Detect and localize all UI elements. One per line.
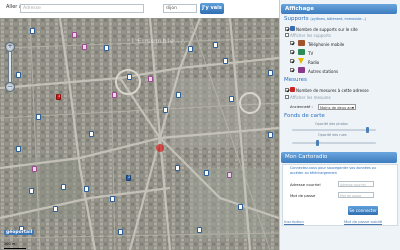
site-marker[interactable] xyxy=(127,74,132,80)
site-marker[interactable] xyxy=(188,46,193,52)
radio-checkbox[interactable] xyxy=(290,59,294,63)
site-marker[interactable] xyxy=(229,96,234,102)
site-marker[interactable] xyxy=(197,227,202,233)
mesures-heading: Mesures xyxy=(284,77,307,83)
site-marker[interactable] xyxy=(176,92,181,98)
site-marker[interactable] xyxy=(204,170,209,176)
mesures-count-label: Nombre de mesures à cette adresse xyxy=(296,88,369,93)
account-title: Mon Cartoradio xyxy=(281,152,397,163)
age-select[interactable]: Moins de deux ans xyxy=(318,104,356,111)
map-area-label: l'Ensemble ... xyxy=(132,38,187,45)
site-marker[interactable] xyxy=(104,45,109,51)
map-scale: 200 m xyxy=(4,242,16,246)
password-field[interactable]: Mot de passe xyxy=(338,192,374,198)
zoom-out-button[interactable]: − xyxy=(5,82,15,92)
map-imagery xyxy=(0,18,279,250)
tv-label: TV xyxy=(308,51,314,56)
mobile-label: Téléphonie mobile xyxy=(308,42,345,47)
site-marker[interactable] xyxy=(30,28,35,34)
tv-icon xyxy=(298,49,305,55)
site-marker[interactable] xyxy=(110,196,115,202)
age-label: Ancienneté : xyxy=(290,105,313,109)
email-label: Adresse courriel xyxy=(290,182,321,187)
supports-show-label: Afficher les supports xyxy=(290,33,332,38)
plan-opacity-slider[interactable] xyxy=(292,142,376,144)
site-marker[interactable] xyxy=(112,92,117,98)
other-stations-checkbox[interactable] xyxy=(290,68,294,72)
site-marker[interactable] xyxy=(268,132,273,138)
site-marker[interactable] xyxy=(36,114,41,120)
site-marker[interactable] xyxy=(72,32,77,38)
site-marker[interactable] xyxy=(163,107,168,113)
site-marker[interactable] xyxy=(118,229,123,235)
go-button[interactable]: J'y vais xyxy=(200,3,224,14)
site-marker[interactable] xyxy=(32,166,37,172)
address-input[interactable]: Adresse xyxy=(20,4,144,13)
site-marker[interactable] xyxy=(227,172,232,178)
site-marker[interactable] xyxy=(223,58,228,64)
photo-opacity-slider[interactable] xyxy=(292,129,376,131)
site-marker[interactable] xyxy=(238,204,243,210)
plan-opacity-label: Opacité des rues xyxy=(318,133,347,137)
city-input[interactable]: dijon xyxy=(163,4,197,13)
zoom-slider[interactable] xyxy=(8,51,12,83)
site-marker[interactable] xyxy=(16,72,21,78)
photo-opacity-knob[interactable] xyxy=(366,127,370,133)
mesures-count-checkbox[interactable] xyxy=(285,88,289,92)
site-marker[interactable] xyxy=(175,165,180,171)
supports-heading: Supports (pylônes, bâtiment, immeuble...… xyxy=(284,16,367,22)
display-panel-title[interactable]: Affichage xyxy=(281,4,397,14)
supports-show-checkbox[interactable] xyxy=(285,33,289,37)
other-stations-label: Autres stations xyxy=(308,69,339,74)
photo-opacity-label: Opacité des photos xyxy=(315,122,348,126)
site-marker[interactable] xyxy=(268,70,273,76)
site-marker[interactable] xyxy=(84,186,89,192)
plan-opacity-knob[interactable] xyxy=(315,140,319,146)
mesures-show-checkbox[interactable] xyxy=(285,95,289,99)
mobile-checkbox[interactable] xyxy=(290,41,294,45)
site-marker[interactable] xyxy=(61,184,66,190)
password-label: Mot de passe xyxy=(290,193,316,198)
site-marker[interactable] xyxy=(82,44,87,50)
radio-icon xyxy=(298,58,304,64)
radio-label: Radio xyxy=(308,60,320,65)
map-view[interactable]: l'Ensemble ... + − 1 2 géoportail 200 m xyxy=(0,18,279,250)
forgot-password-link[interactable]: Mot de passe oublié xyxy=(344,219,382,224)
site-marker[interactable] xyxy=(213,42,218,48)
fonds-heading: Fonds de carte xyxy=(284,113,325,119)
tv-checkbox[interactable] xyxy=(290,50,294,54)
site-marker[interactable] xyxy=(29,188,34,194)
geoportail-logo: géoportail xyxy=(4,230,35,235)
signup-link[interactable]: Inscription xyxy=(284,219,304,224)
other-stations-icon xyxy=(298,67,305,73)
connect-button[interactable]: Se connecter xyxy=(348,206,378,215)
supports-count-checkbox[interactable] xyxy=(285,27,289,31)
email-field[interactable]: Adresse courriel xyxy=(338,181,374,187)
measure-count-icon xyxy=(290,87,295,92)
site-marker[interactable] xyxy=(89,131,94,137)
marker-1[interactable]: 1 xyxy=(56,94,61,100)
site-marker[interactable] xyxy=(53,206,58,212)
support-count-icon xyxy=(290,26,295,31)
scale-bar xyxy=(4,248,26,249)
marker-2[interactable]: 2 xyxy=(126,175,131,181)
site-marker[interactable] xyxy=(16,146,21,152)
login-info: Connectez-vous pour sauvegarder vos donn… xyxy=(290,166,376,175)
supports-count-label: Nombre de supports sur le site xyxy=(296,27,358,32)
mesures-show-label: Afficher les mesures xyxy=(290,95,331,100)
mobile-phone-icon xyxy=(298,40,305,46)
site-marker[interactable] xyxy=(148,76,153,82)
